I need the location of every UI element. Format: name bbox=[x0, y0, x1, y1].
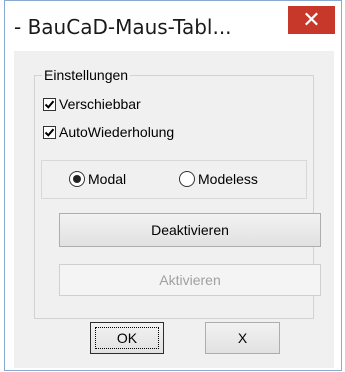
checkbox-label: Verschiebbar bbox=[59, 96, 141, 112]
ok-button[interactable]: OK bbox=[90, 322, 164, 354]
checkbox-checked-icon[interactable] bbox=[43, 97, 56, 111]
settings-group-title: Einstellungen bbox=[42, 67, 131, 83]
radio-modeless[interactable]: Modeless bbox=[179, 171, 258, 187]
cancel-button[interactable]: X bbox=[205, 322, 280, 354]
checkbox-label: AutoWiederholung bbox=[59, 124, 175, 140]
deactivate-button[interactable]: Deaktivieren bbox=[59, 213, 321, 247]
radio-modal[interactable]: Modal bbox=[69, 171, 126, 187]
checkbox-checked-icon[interactable] bbox=[43, 125, 56, 139]
close-icon: ✕ bbox=[302, 7, 321, 32]
radio-label: Modeless bbox=[198, 171, 258, 187]
dialog-body: Einstellungen Verschiebbar AutoWiederhol… bbox=[14, 51, 334, 368]
radio-selected-icon[interactable] bbox=[69, 171, 85, 187]
close-button[interactable]: ✕ bbox=[288, 6, 335, 34]
focus-ring bbox=[95, 327, 159, 349]
title-bar[interactable]: - BauCaD-Maus-Tabl... ✕ bbox=[5, 1, 341, 51]
radio-unselected-icon[interactable] bbox=[179, 171, 195, 187]
dialog-window: - BauCaD-Maus-Tabl... ✕ Einstellungen Ve… bbox=[4, 0, 342, 371]
activate-button: Aktivieren bbox=[59, 264, 321, 296]
checkbox-autowiederholung[interactable]: AutoWiederholung bbox=[43, 124, 174, 140]
checkbox-verschiebbar[interactable]: Verschiebbar bbox=[43, 96, 141, 112]
radio-label: Modal bbox=[88, 171, 127, 187]
window-title: - BauCaD-Maus-Tabl... bbox=[14, 15, 232, 39]
